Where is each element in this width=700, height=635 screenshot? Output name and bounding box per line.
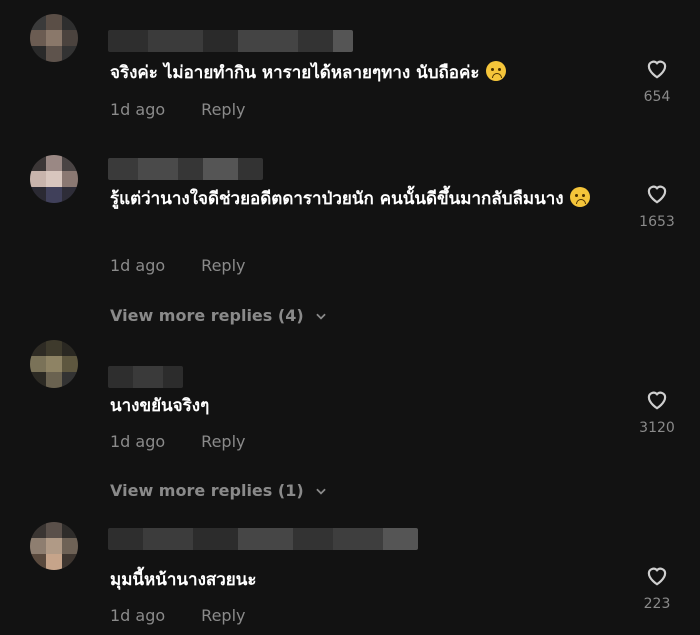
username-blurred[interactable] [108, 30, 353, 52]
heart-outline-icon [647, 567, 667, 586]
avatar-blurred[interactable] [30, 155, 78, 203]
reply-button[interactable]: Reply [201, 606, 245, 625]
like-count: 3120 [639, 420, 675, 436]
comment-meta: 1d ago Reply [110, 606, 245, 625]
reply-button[interactable]: Reply [201, 432, 245, 451]
comment-meta: 1d ago Reply [110, 100, 245, 119]
comment-meta: 1d ago Reply [110, 432, 245, 451]
comment-text: จริงค่ะ ไม่อายทำกิน หารายได้หลายๆทาง นับ… [110, 58, 620, 88]
comment-time: 1d ago [110, 100, 166, 119]
comment-time: 1d ago [110, 432, 166, 451]
avatar-blurred[interactable] [30, 340, 78, 388]
reply-button[interactable]: Reply [201, 256, 245, 275]
like-button[interactable]: 1653 [636, 180, 678, 230]
comment-list: จริงค่ะ ไม่อายทำกิน หารายได้หลายๆทาง นับ… [0, 0, 700, 635]
chevron-down-icon [315, 313, 326, 320]
pleading-face-emoji [485, 61, 506, 81]
comment-time: 1d ago [110, 256, 166, 275]
reply-button[interactable]: Reply [201, 100, 245, 119]
like-count: 654 [643, 89, 671, 105]
comment-text: นางขยันจริงๆ [110, 396, 210, 416]
heart-outline-icon [647, 60, 667, 79]
comment-meta: 1d ago Reply [110, 256, 245, 275]
chevron-down-icon [315, 488, 326, 495]
comment-text: มุมนี้หน้านางสวยนะ [110, 570, 257, 590]
username-blurred[interactable] [108, 158, 263, 180]
view-more-label: View more replies (4) [110, 306, 304, 325]
like-button[interactable]: 654 [636, 55, 678, 105]
like-button[interactable]: 223 [636, 562, 678, 612]
like-count: 1653 [639, 214, 675, 230]
view-more-label: View more replies (1) [110, 481, 304, 500]
view-more-replies-button[interactable]: View more replies (1) [110, 481, 328, 500]
username-blurred[interactable] [108, 366, 183, 388]
comment-text: รู้แต่ว่านางใจดีช่วยอดีตดาราป่วยนัก คนนั… [110, 184, 620, 214]
username-blurred[interactable] [108, 528, 418, 550]
view-more-replies-button[interactable]: View more replies (4) [110, 306, 328, 325]
pleading-face-emoji [569, 187, 590, 207]
avatar-blurred[interactable] [30, 14, 78, 62]
comment-time: 1d ago [110, 606, 166, 625]
heart-outline-icon [647, 185, 667, 204]
like-count: 223 [643, 596, 671, 612]
like-button[interactable]: 3120 [636, 386, 678, 436]
avatar-blurred[interactable] [30, 522, 78, 570]
heart-outline-icon [647, 391, 667, 410]
